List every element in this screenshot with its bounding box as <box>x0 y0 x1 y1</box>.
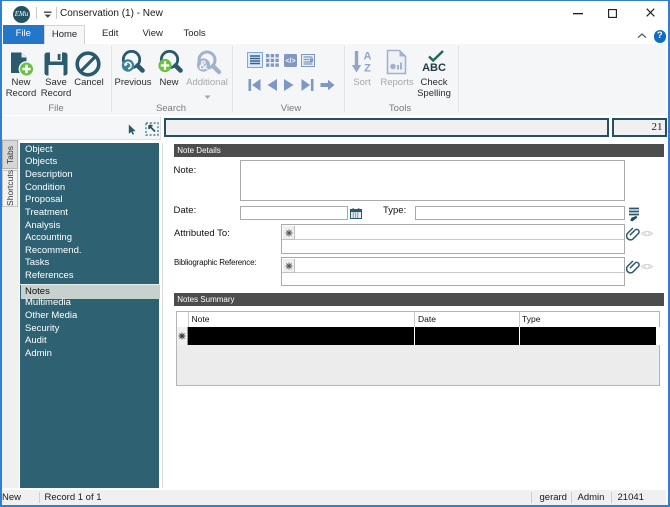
svg-text:&: & <box>199 57 208 72</box>
svg-text:</>: </> <box>285 58 295 65</box>
svg-text:Z: Z <box>364 63 371 75</box>
svg-text:A: A <box>364 51 372 63</box>
